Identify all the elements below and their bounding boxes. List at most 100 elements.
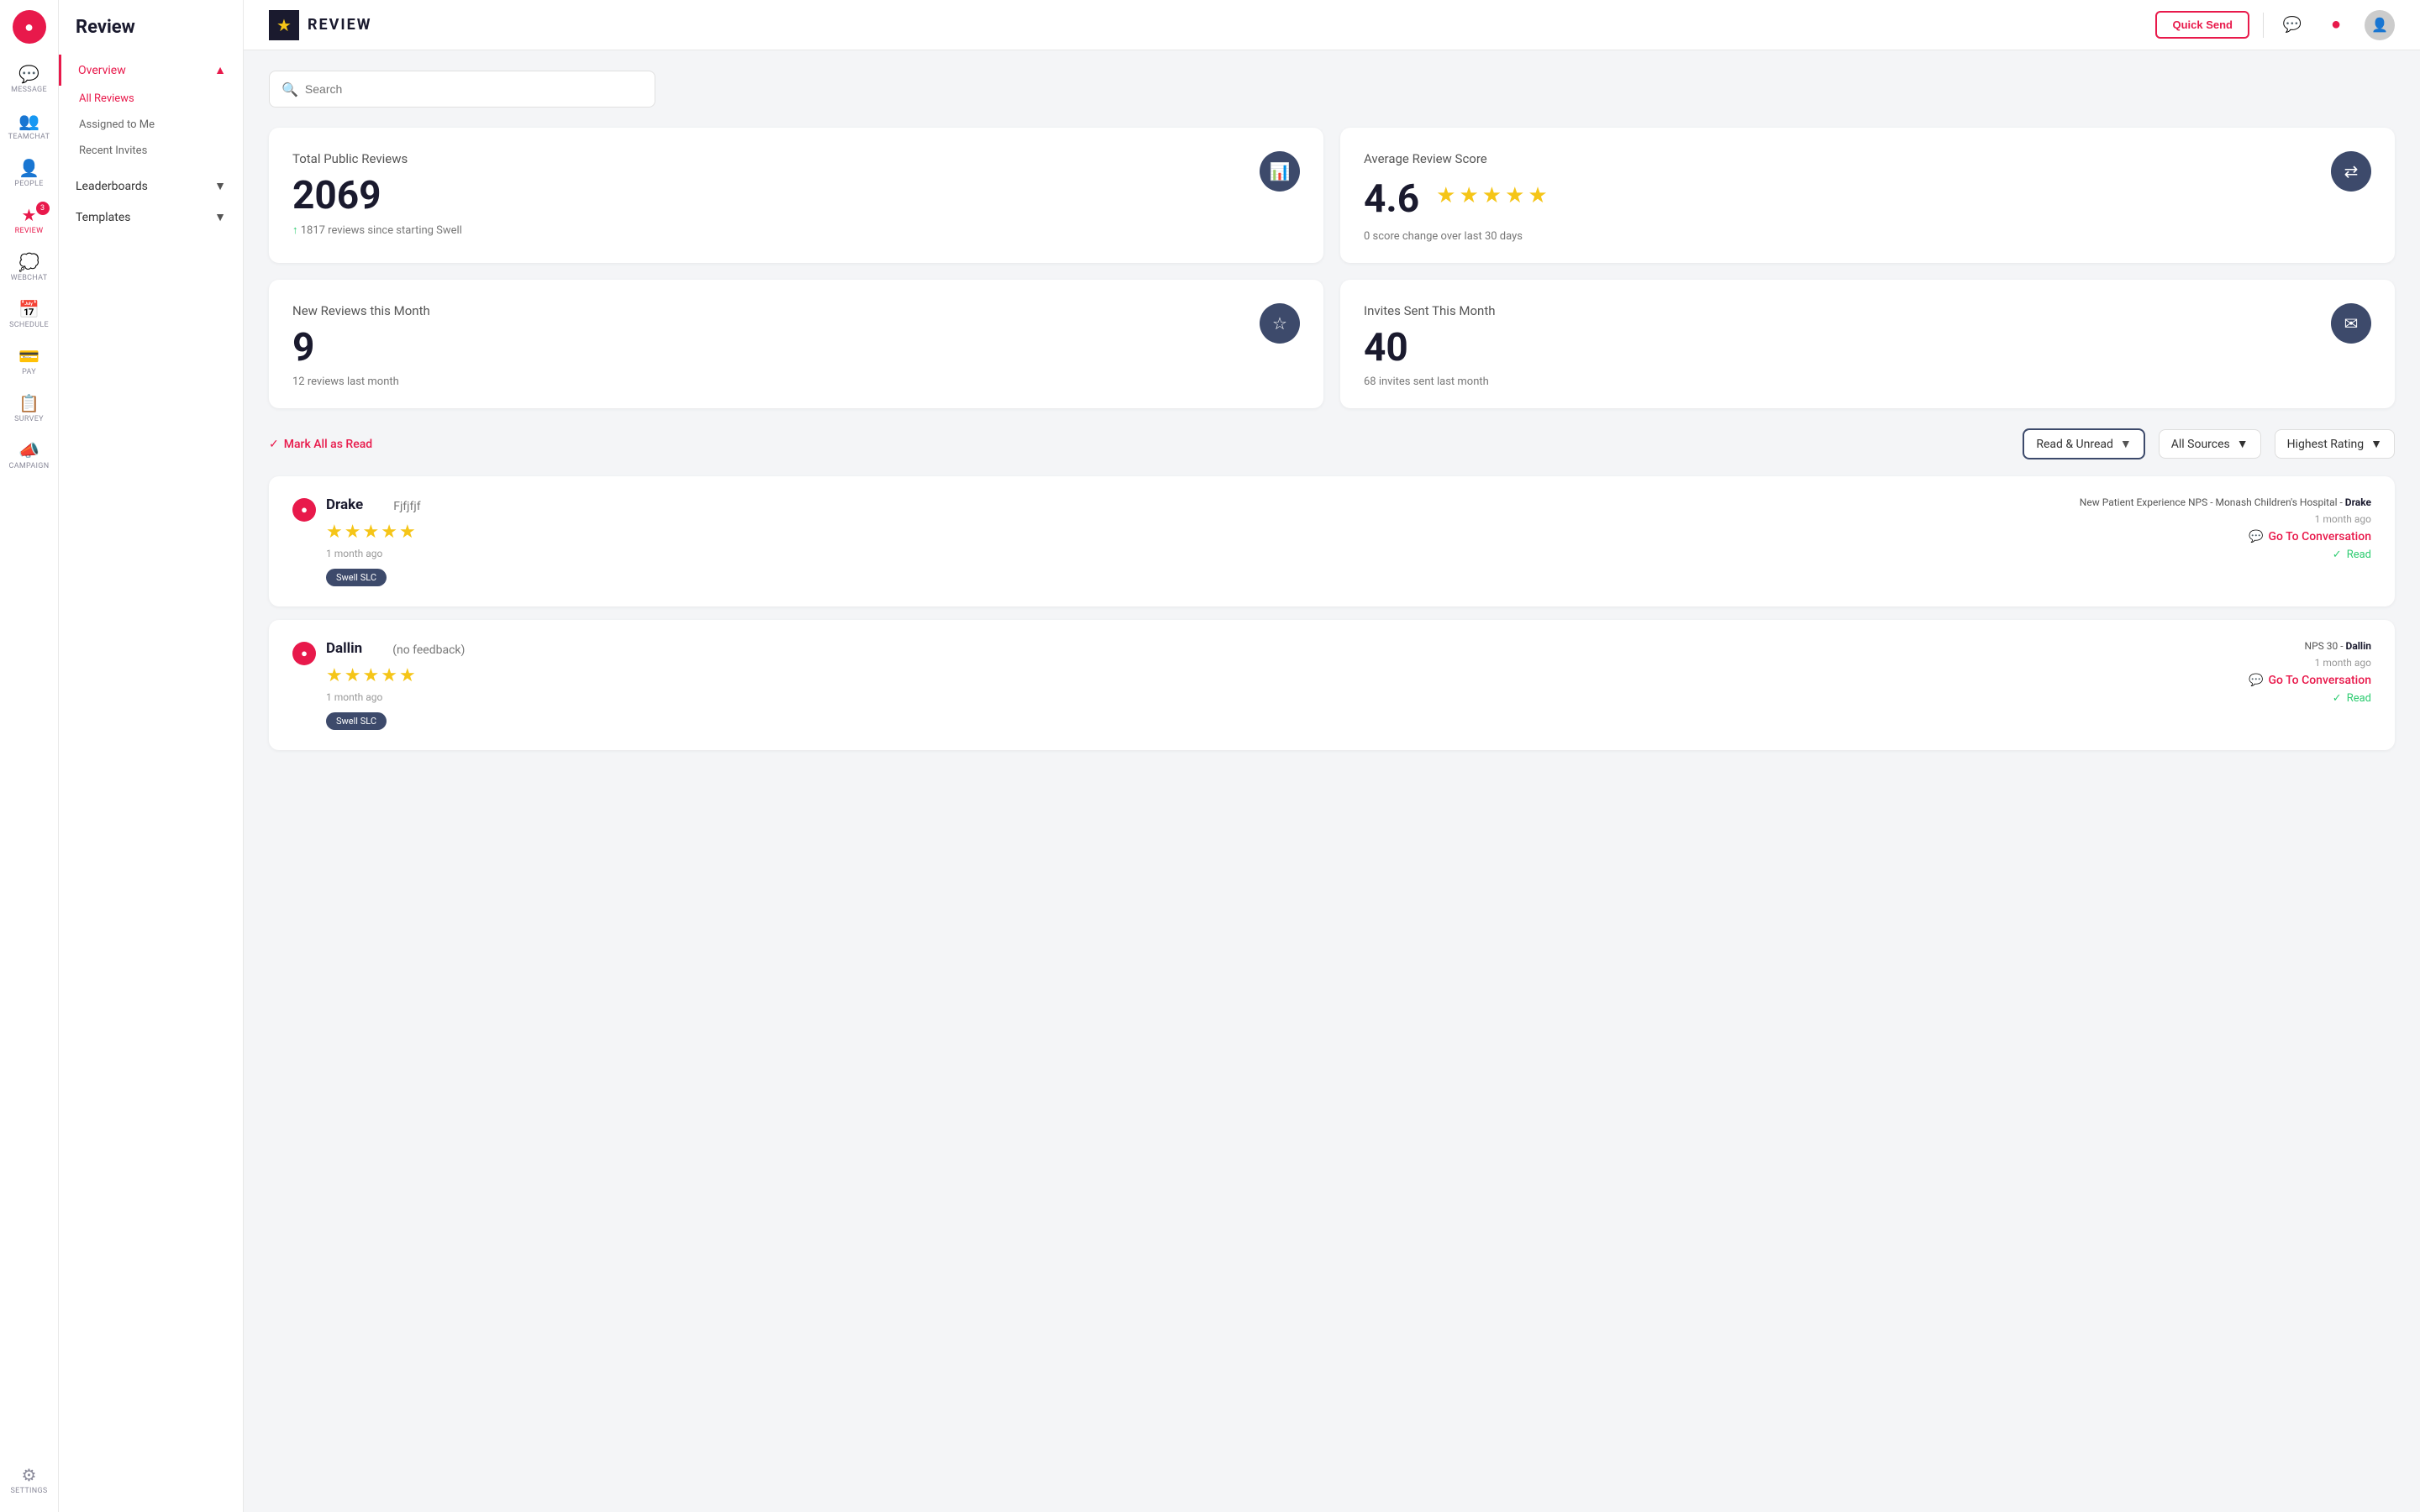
templates-label: Templates	[76, 211, 131, 224]
chat-icon: 💬	[2283, 16, 2302, 34]
review-name-feedback-row-1: Dallin (no feedback)	[326, 640, 465, 660]
avg-stars-row: ★ ★ ★ ★ ★	[1436, 183, 1548, 208]
mark-all-read-button[interactable]: ✓ Mark All as Read	[269, 438, 372, 451]
sidebar-subitem-assigned-to-me[interactable]: Assigned to Me	[59, 112, 243, 138]
sidebar-item-leaderboards[interactable]: Leaderboards ▼	[59, 171, 243, 202]
go-to-conversation-1[interactable]: 💬 Go To Conversation	[2249, 674, 2371, 687]
go-to-conversation-0[interactable]: 💬 Go To Conversation	[2249, 530, 2371, 543]
go-to-conversation-label-1: Go To Conversation	[2268, 674, 2371, 687]
reviewer-name-1: Dallin	[326, 640, 362, 657]
overview-label: Overview	[78, 64, 126, 77]
header-divider	[2263, 13, 2264, 38]
stat-card-invites: Invites Sent This Month 40 68 invites se…	[1340, 280, 2395, 408]
search-input[interactable]	[305, 82, 643, 96]
nav-item-schedule[interactable]: 📅 SCHEDULE	[4, 292, 55, 336]
stat-card-header-new: New Reviews this Month 9 12 reviews last…	[292, 303, 1300, 388]
nav-item-survey[interactable]: 📋 SURVEY	[4, 386, 55, 430]
total-reviews-value: 2069	[292, 176, 462, 215]
search-icon: 🔍	[281, 81, 298, 97]
sidebar-subitem-all-reviews[interactable]: All Reviews	[59, 86, 243, 112]
filter-bar: ✓ Mark All as Read Read & Unread ▼ All S…	[269, 428, 2395, 459]
review-date-1: 1 month ago	[2315, 657, 2371, 669]
read-unread-filter[interactable]: Read & Unread ▼	[2023, 428, 2144, 459]
header-brand: ★ REVIEW	[269, 10, 372, 40]
stat-card-new-reviews: New Reviews this Month 9 12 reviews last…	[269, 280, 1323, 408]
survey-icon: 📋	[18, 393, 39, 413]
stats-icon: ●	[2331, 15, 2341, 34]
invites-content: Invites Sent This Month 40 68 invites se…	[1364, 303, 1496, 388]
r0-star-3: ★	[362, 522, 379, 543]
nav-item-people[interactable]: 👤 PEOPLE	[4, 151, 55, 195]
r0-star-5: ★	[399, 522, 416, 543]
sidebar-item-templates[interactable]: Templates ▼	[59, 202, 243, 233]
new-reviews-icon: ☆	[1260, 303, 1300, 344]
review-right-0: New Patient Experience NPS - Monash Chil…	[2080, 496, 2371, 586]
review-feedback-1: (no feedback)	[392, 643, 465, 657]
review-logo-0: ●	[292, 498, 316, 522]
sidebar-subitem-recent-invites[interactable]: Recent Invites	[59, 138, 243, 164]
review-campaign-bold-1: Dallin	[2346, 640, 2371, 652]
review-info-1: Dallin (no feedback) ★ ★ ★ ★ ★ 1 month a…	[326, 640, 465, 730]
all-sources-filter[interactable]: All Sources ▼	[2159, 429, 2261, 459]
read-unread-label: Read & Unread	[2036, 438, 2113, 451]
r1-star-1: ★	[326, 665, 343, 686]
avg-score-content: Average Review Score 4.6 ★ ★ ★ ★ ★ 0 s	[1364, 151, 1548, 243]
all-sources-label: All Sources	[2171, 438, 2230, 451]
review-card-0: ● Drake Fjfjfjf ★ ★ ★ ★ ★	[269, 476, 2395, 606]
review-time-0: 1 month ago	[326, 548, 421, 559]
new-reviews-sub: 12 reviews last month	[292, 375, 430, 388]
people-icon: 👤	[18, 158, 39, 178]
nav-label-pay: PAY	[22, 368, 36, 376]
sidebar-title: Review	[59, 17, 243, 55]
nav-item-pay[interactable]: 💳 PAY	[4, 339, 55, 383]
read-label-0: Read	[2347, 549, 2371, 561]
highest-rating-chevron-icon: ▼	[2370, 437, 2382, 451]
new-reviews-label: New Reviews this Month	[292, 303, 430, 318]
r0-star-4: ★	[381, 522, 397, 543]
nav-item-message[interactable]: 💬 MESSAGE	[4, 57, 55, 101]
conversation-icon-1: 💬	[2249, 674, 2263, 687]
new-reviews-value: 9	[292, 328, 430, 367]
nav-item-teamchat[interactable]: 👥 TEAMCHAT	[4, 104, 55, 148]
review-info-0: Drake Fjfjfjf ★ ★ ★ ★ ★ 1 month ago	[326, 496, 421, 586]
star-3: ★	[1482, 183, 1502, 208]
r1-star-2: ★	[345, 665, 361, 686]
user-avatar[interactable]: 👤	[2365, 10, 2395, 40]
overview-chevron-icon: ▲	[214, 63, 226, 77]
highest-rating-filter[interactable]: Highest Rating ▼	[2275, 429, 2395, 459]
new-reviews-content: New Reviews this Month 9 12 reviews last…	[292, 303, 430, 388]
review-source-0: Swell SLC	[326, 569, 387, 586]
leaderboards-label: Leaderboards	[76, 180, 148, 193]
quick-send-button[interactable]: Quick Send	[2155, 11, 2249, 39]
review-left-1: ● Dallin (no feedback) ★ ★ ★ ★	[292, 640, 2235, 730]
review-icon: ★	[22, 205, 37, 225]
total-reviews-label: Total Public Reviews	[292, 151, 462, 166]
review-header-row-1: ● Dallin (no feedback) ★ ★ ★ ★	[292, 640, 2235, 730]
nav-item-review[interactable]: 3 ★ REVIEW	[4, 198, 55, 242]
nav-item-campaign[interactable]: 📣 CAMPAIGN	[4, 433, 55, 477]
r1-star-3: ★	[362, 665, 379, 686]
invites-sub: 68 invites sent last month	[1364, 375, 1496, 388]
avg-score-value: 4.6	[1364, 176, 1419, 222]
star-circle-icon: ☆	[1272, 313, 1287, 333]
nav-label-campaign: CAMPAIGN	[9, 462, 50, 470]
review-date-0: 1 month ago	[2315, 513, 2371, 525]
chat-icon-button[interactable]: 💬	[2277, 10, 2307, 40]
review-feedback-0: Fjfjfjf	[393, 500, 420, 513]
review-header-row-0: ● Drake Fjfjfjf ★ ★ ★ ★ ★	[292, 496, 2066, 586]
nav-item-settings[interactable]: ⚙ SETTINGS	[4, 1458, 55, 1502]
message-icon: 💬	[18, 64, 39, 84]
check-circle-icon: ✓	[269, 438, 279, 451]
campaign-icon: 📣	[18, 440, 39, 460]
search-bar: 🔍	[269, 71, 655, 108]
app-logo[interactable]: ●	[13, 10, 46, 44]
nav-label-webchat: WEBCHAT	[11, 274, 48, 282]
stats-icon-button[interactable]: ●	[2321, 10, 2351, 40]
review-campaign-1: NPS 30 - Dallin	[2305, 640, 2371, 652]
nav-item-webchat[interactable]: 💭 WEBCHAT	[4, 245, 55, 289]
review-card-1: ● Dallin (no feedback) ★ ★ ★ ★	[269, 620, 2395, 750]
brand-star-logo: ★	[269, 10, 299, 40]
highest-rating-label: Highest Rating	[2287, 438, 2365, 451]
review-name-feedback-row-0: Drake Fjfjfjf	[326, 496, 421, 517]
sidebar-item-overview[interactable]: Overview ▲	[59, 55, 243, 86]
